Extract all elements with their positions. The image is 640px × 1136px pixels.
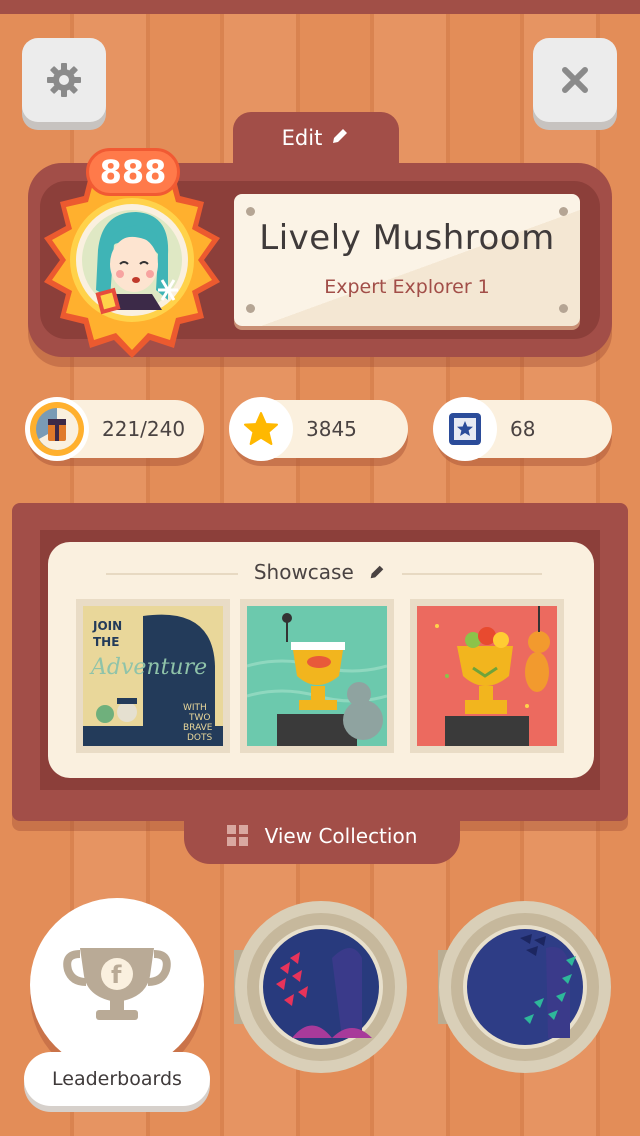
stat-stars[interactable]: 3845: [229, 397, 408, 461]
settings-button[interactable]: [22, 38, 106, 122]
stat-gifts-value: 221/240: [102, 417, 186, 441]
player-name: Lively Mushroom: [259, 218, 555, 258]
stat-frames-value: 68: [510, 417, 536, 441]
nameplate: Lively Mushroom Expert Explorer 1: [234, 194, 580, 326]
divider: [106, 573, 238, 575]
pencil-icon: [370, 565, 384, 579]
leaderboards-label-button[interactable]: Leaderboards: [24, 1052, 210, 1106]
view-collection-button[interactable]: View Collection: [184, 808, 460, 864]
stat-gifts[interactable]: 221/240: [25, 397, 204, 461]
monkey-trophy-poster[interactable]: [410, 599, 564, 753]
poster-text-join: JOIN: [92, 619, 122, 633]
showcase-edit-button[interactable]: Showcase: [220, 560, 420, 584]
view-collection-label: View Collection: [264, 824, 418, 848]
screw-icon: [246, 304, 255, 313]
stat-stars-value: 3845: [306, 417, 357, 441]
join-the-adventure-poster[interactable]: JOIN THE Adventure WITH TWO BRAVE DOTS: [76, 599, 230, 753]
leaderboards-button[interactable]: f: [30, 898, 204, 1072]
pencil-icon: [333, 129, 348, 143]
player-title: Expert Explorer 1: [324, 276, 490, 298]
stat-frames[interactable]: 68: [433, 397, 612, 461]
showcase-title: Showcase: [253, 560, 354, 584]
facebook-icon: f: [111, 961, 122, 989]
top-bar: [0, 0, 640, 14]
porthole-level-1[interactable]: [232, 898, 410, 1076]
screw-icon: [559, 207, 568, 216]
poster-text-adventure: Adventure: [89, 655, 207, 680]
edit-label: Edit: [281, 126, 323, 150]
divider: [402, 573, 542, 575]
frame-icon: [433, 397, 497, 461]
gift-icon: [25, 397, 89, 461]
gear-icon: [47, 63, 81, 97]
leaderboards-label: Leaderboards: [52, 1068, 182, 1090]
close-icon: [562, 67, 588, 93]
poster-text-two: TWO: [188, 713, 210, 723]
poster-text-brave: BRAVE: [183, 723, 213, 733]
level-badge: 888: [86, 148, 180, 196]
star-icon: [229, 397, 293, 461]
seal-trophy-poster[interactable]: [240, 599, 394, 753]
trophy-icon: f: [63, 948, 171, 1020]
poster-text-dots: DOTS: [187, 733, 213, 743]
grid-icon: [226, 825, 248, 846]
porthole-level-2[interactable]: [436, 898, 614, 1076]
poster-text-with: WITH: [183, 703, 207, 713]
screw-icon: [246, 207, 255, 216]
screw-icon: [559, 304, 568, 313]
poster-text-the: THE: [93, 635, 119, 649]
close-button[interactable]: [533, 38, 617, 122]
